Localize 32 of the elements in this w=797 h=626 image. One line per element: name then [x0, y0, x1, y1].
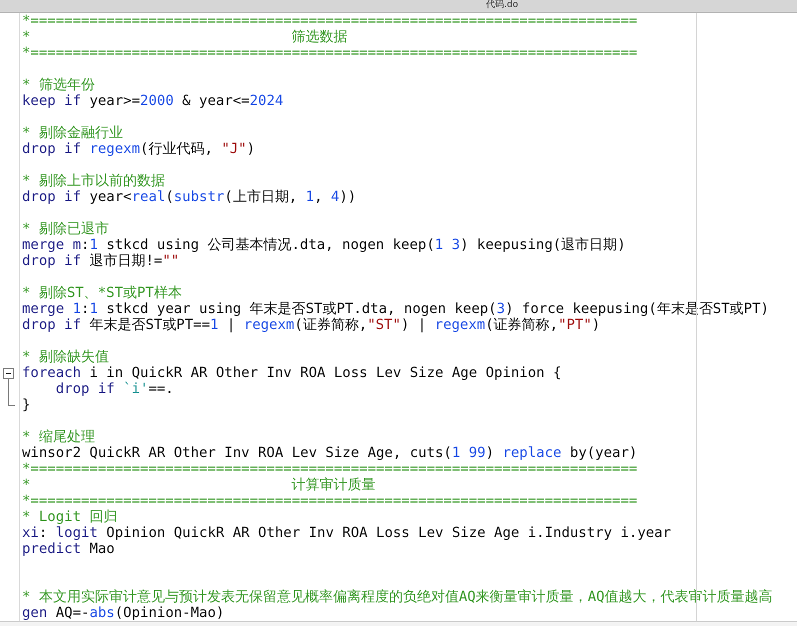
comment-line: * 计算审计质量: [22, 477, 377, 493]
comment-line: *========================================================================: [22, 461, 638, 477]
comment-line: * 剔除已退市: [22, 221, 110, 237]
code-line: xi: logit Opinion QuickR AR Other Inv ROA Loss Lev Size Age i.Industry i.year: [22, 525, 672, 541]
code-line: foreach i in QuickR AR Other Inv ROA Loss Lev Size Age Opinion {: [22, 365, 562, 381]
comment-line: * 筛选年份: [22, 77, 96, 93]
code-line: }: [22, 397, 32, 413]
code-line: gen AQ=-abs(Opinion-Mao): [22, 605, 226, 621]
code-line: drop if 退市日期!="": [22, 253, 180, 269]
fold-toggle-icon[interactable]: [3, 368, 14, 379]
fold-end-icon: [8, 397, 15, 406]
code-line: merge 1:1 stkcd year using 年末是否ST或PT.dta, nogen keep(3) force keepusing(年末是否ST或PT): [22, 301, 770, 317]
code-line: drop if 年末是否ST或PT==1 | regexm(证券简称,"ST") | regexm(证券简称,"PT"): [22, 317, 602, 333]
comment-line: * 剔除金融行业: [22, 125, 124, 141]
comment-line: * 剔除ST、*ST或PT样本: [22, 285, 183, 301]
window-title: 代码.do: [486, 0, 518, 10]
comment-line: *========================================================================: [22, 493, 638, 509]
code-line: keep if year>=2000 & year<=2024: [22, 93, 284, 109]
comment-line: * Logit 回归: [22, 509, 118, 525]
code-line: drop if `i'==.: [54, 381, 175, 397]
comment-line: *========================================================================: [22, 13, 638, 29]
comment-line: * 剔除上市以前的数据: [22, 173, 166, 189]
code-line: winsor2 QuickR AR Other Inv ROA Lev Size Age, cuts(1 99) replace by(year): [22, 445, 638, 461]
comment-line: * 缩尾处理: [22, 429, 96, 445]
comment-line: * 剔除缺失值: [22, 349, 110, 365]
comment-line: * 本文用实际审计意见与预计发表无保留意见概率偏离程度的负绝对值AQ来衡量审计质量，AQ值越大，代表审计质量越高: [22, 589, 773, 605]
code-line: predict Mao: [22, 541, 116, 557]
code-line: drop if year<real(substr(上市日期, 1, 4)): [22, 189, 358, 205]
comment-line: * 筛选数据: [22, 29, 349, 45]
comment-line: *========================================================================: [22, 45, 638, 61]
code-line: drop if regexm(行业代码, "J"): [22, 141, 256, 157]
code-line: merge m:1 stkcd using 公司基本情况.dta, nogen keep(1 3) keepusing(退市日期): [22, 237, 627, 253]
